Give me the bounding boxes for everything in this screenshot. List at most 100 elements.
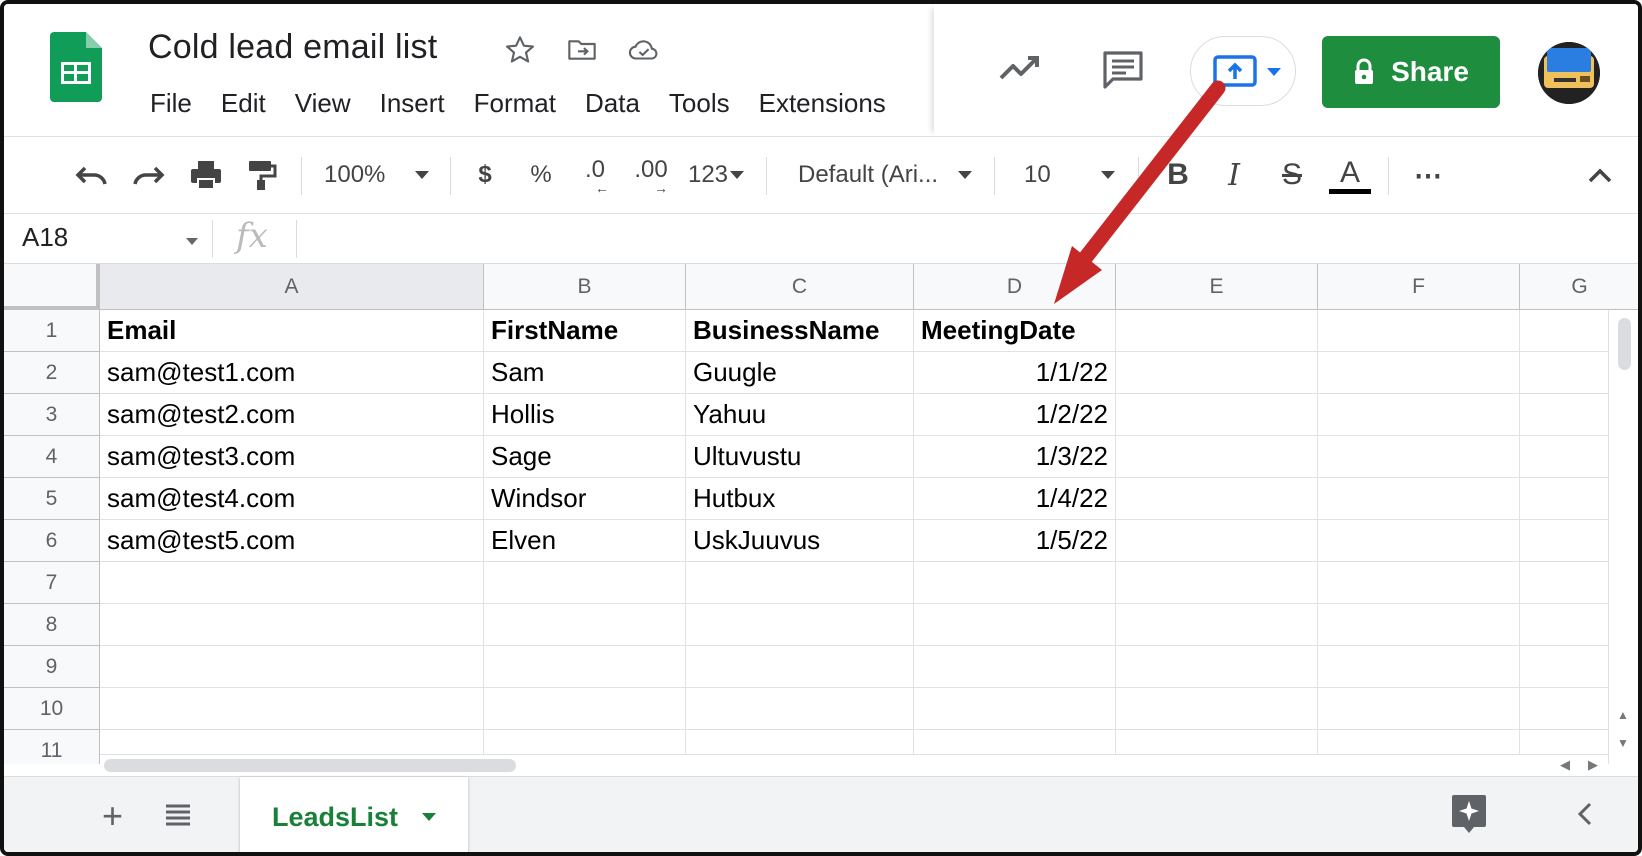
cloud-saved-icon[interactable]: [626, 32, 662, 68]
increase-decimal-button[interactable]: .00 →: [628, 155, 674, 196]
menu-edit[interactable]: Edit: [221, 88, 266, 119]
cell-b3[interactable]: Hollis: [484, 394, 686, 436]
add-sheet-icon[interactable]: +: [102, 795, 123, 837]
paint-format-icon[interactable]: [240, 155, 284, 195]
cell-a9[interactable]: [100, 646, 484, 688]
cell-e6[interactable]: [1116, 520, 1318, 562]
cell-b7[interactable]: [484, 562, 686, 604]
cell-a1[interactable]: Email: [100, 310, 484, 352]
scroll-right-icon[interactable]: ▶: [1588, 757, 1598, 773]
cell-f3[interactable]: [1318, 394, 1520, 436]
chevron-down-icon[interactable]: [186, 238, 198, 245]
cell-c7[interactable]: [686, 562, 914, 604]
row-header-5[interactable]: 5: [4, 478, 100, 520]
row-header-7[interactable]: 7: [4, 562, 100, 604]
menu-file[interactable]: File: [150, 88, 192, 119]
cell-a2[interactable]: sam@test1.com: [100, 352, 484, 394]
scroll-left-icon[interactable]: ◀: [1560, 757, 1570, 773]
undo-icon[interactable]: [70, 155, 114, 195]
cell-a7[interactable]: [100, 562, 484, 604]
present-button[interactable]: [1190, 36, 1296, 106]
cell-a8[interactable]: [100, 604, 484, 646]
row-header-2[interactable]: 2: [4, 352, 100, 394]
document-title[interactable]: Cold lead email list: [148, 28, 437, 67]
row-header-4[interactable]: 4: [4, 436, 100, 478]
horizontal-scrollbar[interactable]: ◀ ▶: [100, 754, 1608, 776]
cell-c3[interactable]: Yahuu: [686, 394, 914, 436]
redo-icon[interactable]: [126, 155, 170, 195]
cell-c2[interactable]: Guugle: [686, 352, 914, 394]
cell-a4[interactable]: sam@test3.com: [100, 436, 484, 478]
column-header-d[interactable]: D: [914, 264, 1116, 310]
cell-d4[interactable]: 1/3/22: [914, 436, 1116, 478]
text-color-button[interactable]: A: [1328, 155, 1372, 195]
cell-c6[interactable]: UskJuuvus: [686, 520, 914, 562]
cell-f4[interactable]: [1318, 436, 1520, 478]
row-header-6[interactable]: 6: [4, 520, 100, 562]
cell-e8[interactable]: [1116, 604, 1318, 646]
cell-e7[interactable]: [1116, 562, 1318, 604]
cell-b9[interactable]: [484, 646, 686, 688]
format-currency-button[interactable]: $: [470, 155, 500, 195]
cell-c4[interactable]: Ultuvustu: [686, 436, 914, 478]
formula-input[interactable]: [304, 220, 1624, 258]
italic-button[interactable]: I: [1216, 155, 1252, 195]
strikethrough-button[interactable]: S: [1274, 155, 1310, 195]
move-to-folder-icon[interactable]: [564, 32, 600, 68]
cell-e3[interactable]: [1116, 394, 1318, 436]
cell-d8[interactable]: [914, 604, 1116, 646]
share-button[interactable]: Share: [1322, 36, 1500, 108]
row-header-10[interactable]: 10: [4, 688, 100, 730]
font-size-select[interactable]: 10: [1024, 155, 1124, 195]
cell-f9[interactable]: [1318, 646, 1520, 688]
cell-d9[interactable]: [914, 646, 1116, 688]
chevron-up-icon[interactable]: [1582, 155, 1618, 195]
cell-d2[interactable]: 1/1/22: [914, 352, 1116, 394]
font-family-select[interactable]: Default (Ari...: [798, 155, 978, 195]
cell-b2[interactable]: Sam: [484, 352, 686, 394]
star-icon[interactable]: [502, 32, 538, 68]
sheets-logo-icon[interactable]: [50, 32, 102, 102]
column-header-e[interactable]: E: [1116, 264, 1318, 310]
cell-e10[interactable]: [1116, 688, 1318, 730]
cell-f2[interactable]: [1318, 352, 1520, 394]
column-header-g[interactable]: G: [1520, 264, 1638, 310]
format-percent-button[interactable]: %: [526, 155, 556, 195]
collapse-panel-icon[interactable]: [1576, 801, 1594, 835]
cell-f10[interactable]: [1318, 688, 1520, 730]
row-header-8[interactable]: 8: [4, 604, 100, 646]
column-header-a[interactable]: A: [100, 264, 484, 310]
cell-c8[interactable]: [686, 604, 914, 646]
row-header-11[interactable]: 11: [4, 730, 100, 764]
cell-b1[interactable]: FirstName: [484, 310, 686, 352]
cell-b8[interactable]: [484, 604, 686, 646]
more-formats-select[interactable]: 123: [684, 155, 748, 195]
column-header-f[interactable]: F: [1318, 264, 1520, 310]
cell-a10[interactable]: [100, 688, 484, 730]
row-header-9[interactable]: 9: [4, 646, 100, 688]
cell-a6[interactable]: sam@test5.com: [100, 520, 484, 562]
row-header-3[interactable]: 3: [4, 394, 100, 436]
sheet-tab-leadslist[interactable]: LeadsList: [240, 777, 468, 852]
decrease-decimal-button[interactable]: .0 ←: [572, 155, 618, 196]
cell-f6[interactable]: [1318, 520, 1520, 562]
menu-insert[interactable]: Insert: [380, 88, 445, 119]
print-icon[interactable]: [184, 155, 228, 195]
cell-e2[interactable]: [1116, 352, 1318, 394]
horizontal-scroll-thumb[interactable]: [104, 759, 516, 772]
cell-e9[interactable]: [1116, 646, 1318, 688]
cell-a5[interactable]: sam@test4.com: [100, 478, 484, 520]
cell-d3[interactable]: 1/2/22: [914, 394, 1116, 436]
zoom-select[interactable]: 100%: [324, 155, 430, 195]
menu-tools[interactable]: Tools: [669, 88, 730, 119]
scroll-up-icon[interactable]: ▲: [1617, 708, 1629, 722]
menu-extensions[interactable]: Extensions: [759, 88, 886, 119]
cell-b10[interactable]: [484, 688, 686, 730]
row-header-1[interactable]: 1: [4, 310, 100, 352]
select-all-corner[interactable]: [4, 264, 100, 310]
cell-c1[interactable]: BusinessName: [686, 310, 914, 352]
vertical-scrollbar[interactable]: ▲ ▼: [1608, 310, 1638, 764]
cell-a3[interactable]: sam@test2.com: [100, 394, 484, 436]
vertical-scroll-thumb[interactable]: [1618, 318, 1631, 370]
cell-e4[interactable]: [1116, 436, 1318, 478]
